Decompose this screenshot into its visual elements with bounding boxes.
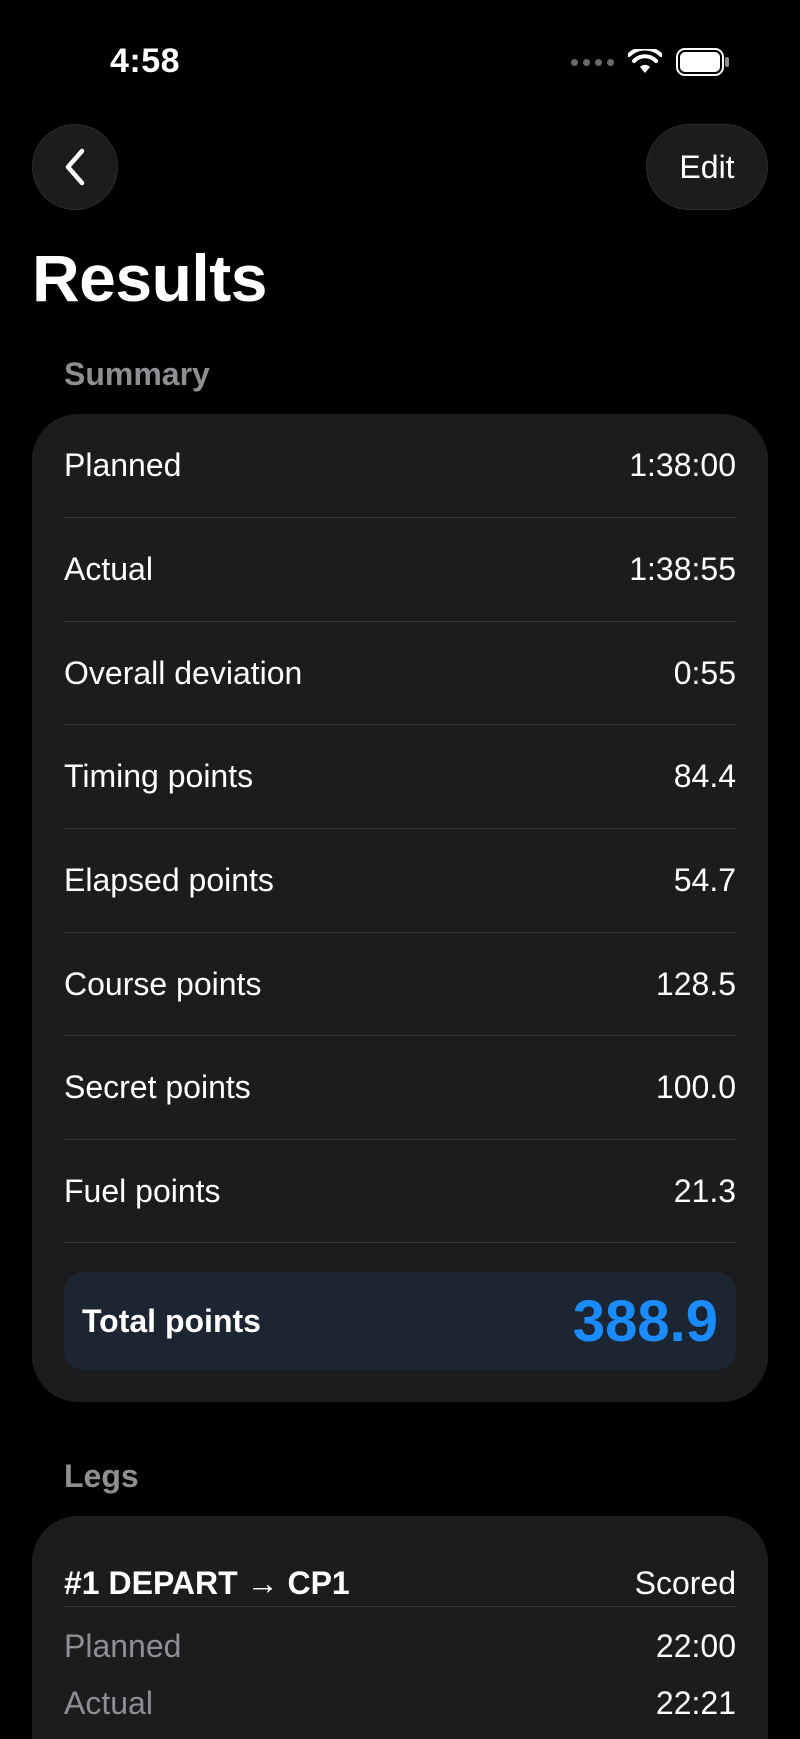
- summary-row-secret-points: Secret points 100.0: [64, 1036, 736, 1139]
- leg-status: Scored: [634, 1564, 736, 1601]
- divider: [64, 1606, 736, 1607]
- row-value: 54.7: [673, 862, 736, 898]
- status-bar: 4:58: [0, 0, 800, 120]
- row-value: 84.4: [673, 758, 736, 794]
- status-time: 4:58: [110, 42, 181, 80]
- row-value: 100.0: [655, 1069, 736, 1105]
- summary-row-course-points: Course points 128.5: [64, 933, 736, 1036]
- summary-section-header: Summary: [64, 356, 210, 392]
- row-value: 1:38:00: [629, 447, 736, 483]
- row-label: Elapsed points: [64, 862, 274, 898]
- results-screen: 4:58 Edit Results Summary Planned 1:38:0…: [0, 0, 800, 1739]
- leg-row-planned: Planned 22:00: [64, 1618, 736, 1674]
- leg-row-value: 22:00: [655, 1627, 736, 1664]
- summary-row-elapsed-points: Elapsed points 54.7: [64, 829, 736, 932]
- summary-row-actual: Actual 1:38:55: [64, 518, 736, 621]
- battery-icon: [676, 48, 729, 76]
- summary-row-overall-deviation: Overall deviation 0:55: [64, 622, 736, 725]
- page-title: Results: [32, 241, 267, 315]
- row-label: Course points: [64, 966, 262, 1002]
- row-value: 128.5: [655, 966, 736, 1002]
- total-points-label: Total points: [82, 1302, 261, 1339]
- leg-header: #1 DEPART → CP1 Scored: [64, 1536, 736, 1630]
- row-value: 1:38:55: [629, 551, 736, 587]
- leg-row-actual: Actual 22:21: [64, 1675, 736, 1731]
- leg-row-value: 22:21: [655, 1684, 736, 1721]
- row-value: 21.3: [673, 1173, 736, 1209]
- status-icons: [571, 48, 730, 76]
- chevron-left-icon: [65, 148, 85, 186]
- wifi-icon: [628, 49, 662, 73]
- divider: [64, 1242, 736, 1243]
- row-label: Planned: [64, 447, 182, 483]
- leg-card[interactable]: #1 DEPART → CP1 Scored Planned 22:00 Act…: [32, 1516, 768, 1739]
- edit-button[interactable]: Edit: [646, 124, 768, 210]
- row-label: Timing points: [64, 758, 254, 794]
- total-points-box: Total points 388.9: [64, 1272, 736, 1370]
- legs-section-header: Legs: [64, 1458, 139, 1494]
- leg-row-label: Planned: [64, 1627, 182, 1664]
- row-label: Actual: [64, 551, 153, 587]
- row-label: Overall deviation: [64, 655, 303, 691]
- summary-card: Planned 1:38:00 Actual 1:38:55 Overall d…: [32, 414, 768, 1402]
- summary-row-timing-points: Timing points 84.4: [64, 725, 736, 828]
- total-points-value: 388.9: [572, 1288, 718, 1354]
- summary-row-fuel-points: Fuel points 21.3: [64, 1140, 736, 1243]
- row-label: Secret points: [64, 1069, 251, 1105]
- leg-row-label: Actual: [64, 1684, 153, 1721]
- leg-title: #1 DEPART → CP1: [64, 1564, 350, 1601]
- summary-row-planned: Planned 1:38:00: [64, 414, 736, 517]
- back-button[interactable]: [32, 124, 118, 210]
- row-label: Fuel points: [64, 1173, 221, 1209]
- cellular-signal-icon: [571, 58, 614, 66]
- row-value: 0:55: [673, 655, 736, 691]
